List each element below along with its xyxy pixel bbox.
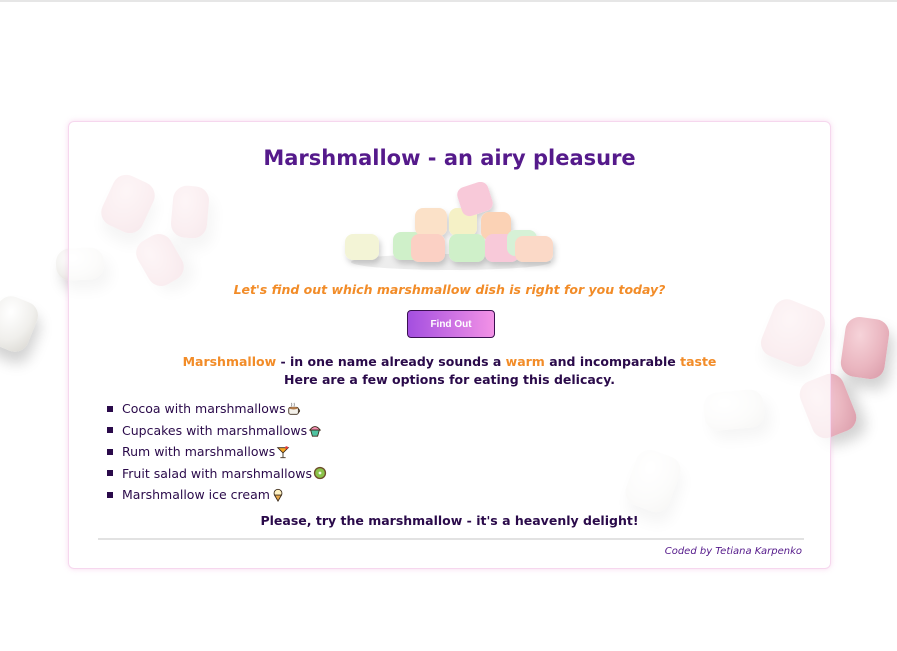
intro-part-2: and incomparable	[544, 354, 681, 369]
bullet-icon	[107, 427, 113, 434]
bullet-icon	[107, 491, 113, 498]
cupcake-icon	[309, 426, 322, 437]
bullet-icon	[107, 448, 113, 455]
list-item: Marshmallow ice cream	[107, 484, 327, 506]
closing-text: Please, try the marshmallow - it's a hea…	[260, 513, 639, 528]
taste-word: taste	[680, 354, 717, 369]
option-label: Marshmallow ice cream	[122, 487, 270, 503]
list-item: Rum with marshmallows	[107, 441, 327, 463]
list-item: Fruit salad with marshmallows	[107, 463, 327, 485]
warm-word: warm	[505, 354, 545, 369]
credit-text: Coded by Tetiana Karpenko	[664, 546, 802, 557]
option-label: Fruit salad with marshmallows	[122, 465, 312, 481]
bullet-icon	[107, 405, 113, 412]
divider	[98, 538, 804, 540]
page-title: Marshmallow - an airy pleasure	[263, 146, 636, 170]
intro-text: Marshmallow - in one name already sounds…	[69, 353, 830, 389]
intro-line-2: Here are a few options for eating this d…	[284, 372, 615, 387]
find-out-button[interactable]: Find Out	[407, 310, 495, 338]
marshmallow-decoration	[0, 292, 43, 356]
option-label: Cupcakes with marshmallows	[122, 422, 308, 438]
content-card: Marshmallow - an airy pleasure Let's fin…	[68, 121, 831, 569]
bullet-icon	[107, 470, 113, 477]
cocktail-icon	[276, 445, 290, 458]
browser-top-border	[0, 0, 897, 2]
marshmallow-decoration	[839, 315, 891, 381]
intro-line-1: Marshmallow - in one name already sounds…	[69, 353, 830, 371]
option-label: Rum with marshmallows	[122, 444, 276, 460]
option-label: Cocoa with marshmallows	[122, 401, 286, 417]
marshmallow-word: Marshmallow	[182, 354, 277, 369]
options-list: Cocoa with marshmallows Cupcakes with ma…	[107, 398, 327, 506]
hot-cocoa-icon	[287, 402, 300, 415]
ice-cream-icon	[273, 488, 283, 502]
tagline: Let's find out which marshmallow dish is…	[233, 282, 666, 297]
kiwi-icon	[313, 467, 327, 480]
marshmallow-pile-image	[345, 182, 553, 270]
list-item: Cocoa with marshmallows	[107, 398, 327, 420]
intro-part-1: - in one name already sounds a	[276, 354, 506, 369]
list-item: Cupcakes with marshmallows	[107, 420, 327, 442]
